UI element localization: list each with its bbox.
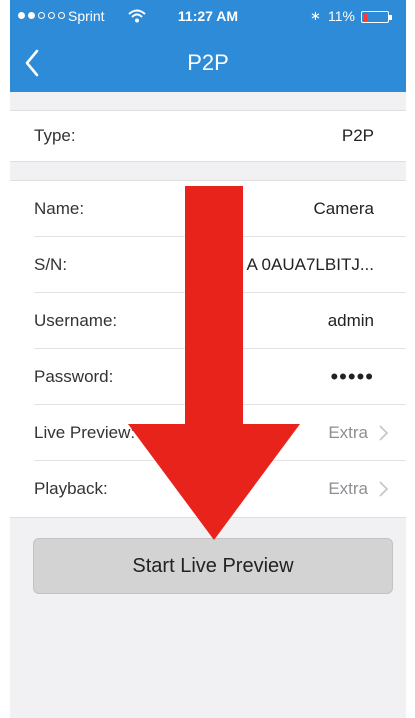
navigation-bar: P2P xyxy=(10,36,406,92)
battery-icon xyxy=(361,11,392,23)
serial-number-label: S/N: xyxy=(34,255,68,274)
live-preview-value[interactable]: Extra xyxy=(328,405,368,461)
start-live-preview-button[interactable]: Start Live Preview xyxy=(33,538,393,594)
playback-row[interactable]: Playback: Extra xyxy=(10,461,406,517)
password-label: Password: xyxy=(34,367,114,386)
type-value: P2P xyxy=(341,126,374,145)
bluetooth-icon: ∗ xyxy=(310,8,321,23)
type-row: Type: P2P xyxy=(10,111,406,161)
device-details-group: Name: Camera S/N: A 0AUA7LBITJ... Userna… xyxy=(10,180,406,518)
password-row[interactable]: Password: ••••• xyxy=(10,349,406,405)
name-label: Name: xyxy=(34,199,85,218)
playback-value[interactable]: Extra xyxy=(328,461,368,517)
device-settings-screen: Sprint 11:27 AM ∗ 11% P2P Type: P2P Name… xyxy=(10,0,406,718)
status-bar: Sprint 11:27 AM ∗ 11% xyxy=(10,0,406,36)
live-preview-label: Live Preview: xyxy=(34,423,136,442)
serial-number-row: S/N: A 0AUA7LBITJ... xyxy=(10,237,406,293)
type-group: Type: P2P xyxy=(10,110,406,162)
username-label: Username: xyxy=(34,311,118,330)
username-value[interactable]: admin xyxy=(328,293,374,349)
battery-percentage: 11% xyxy=(328,8,355,24)
serial-number-value: A 0AUA7LBITJ... xyxy=(246,255,374,274)
top-bar: Sprint 11:27 AM ∗ 11% P2P xyxy=(10,0,406,92)
live-preview-row[interactable]: Live Preview: Extra xyxy=(10,405,406,461)
type-label: Type: xyxy=(34,126,76,145)
page-title: P2P xyxy=(187,50,229,75)
chevron-right-icon xyxy=(379,481,388,497)
chevron-right-icon xyxy=(379,425,388,441)
playback-label: Playback: xyxy=(34,479,108,498)
name-value[interactable]: Camera xyxy=(314,181,374,237)
username-row[interactable]: Username: admin xyxy=(10,293,406,349)
name-row[interactable]: Name: Camera xyxy=(10,181,406,237)
password-value[interactable]: ••••• xyxy=(330,349,374,405)
